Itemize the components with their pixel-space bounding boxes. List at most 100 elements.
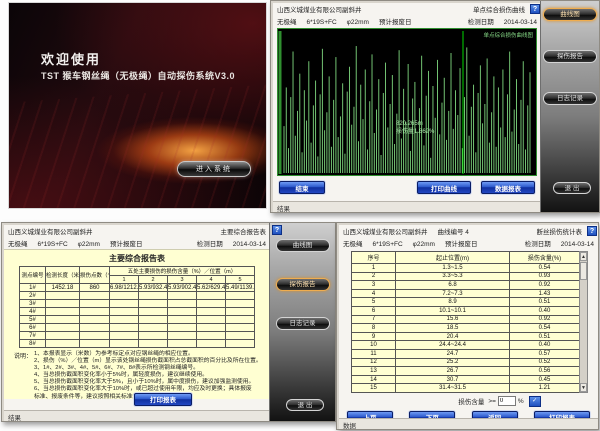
data-cell: 0.54 <box>510 264 580 273</box>
damage-filter: 损伤含量 >= % ✓ <box>339 396 598 407</box>
data-table-row: 1024.4~24.40.40 <box>352 341 580 350</box>
sidebar-item-report[interactable]: 探伤报告 <box>543 50 597 63</box>
table-scrollbar[interactable]: ▲ ▼ <box>579 251 588 393</box>
print-report-button[interactable]: 打印报表 <box>134 393 192 406</box>
data-table-row: 58.90.51 <box>352 298 580 307</box>
data-cell: 0.92 <box>510 281 580 290</box>
data-table-row: 11.3~1.50.54 <box>352 264 580 273</box>
report-sheet: 主要综合报告表 测点编号 检测长度（米） 损伤点数（个） 五处主要损伤的损伤含量… <box>4 249 270 399</box>
sidebar-item-log[interactable]: 日志记录 <box>543 92 597 105</box>
data-cell: 1 <box>352 264 396 273</box>
data-report-button[interactable]: 数据报表 <box>481 181 535 194</box>
sidebar-item-report[interactable]: 探伤报告 <box>276 278 330 291</box>
rope-type: 无极绳 <box>8 238 28 248</box>
filter-value-input[interactable] <box>498 396 516 406</box>
help-icon[interactable]: ? <box>587 226 597 236</box>
report-cell <box>197 308 226 316</box>
report-cell <box>139 324 168 332</box>
report-cell: 6# <box>20 324 46 332</box>
col-sub: 4 <box>197 276 226 284</box>
data-col-header: 序号 <box>352 252 396 264</box>
report-cell <box>197 324 226 332</box>
data-cell: 7.2~7.3 <box>396 289 510 298</box>
damage-curve-chart: 单点综合损伤曲线图 820.265m 损伤量1.862% <box>277 28 537 176</box>
scroll-down-icon[interactable]: ▼ <box>580 383 587 392</box>
scroll-up-icon[interactable]: ▲ <box>580 252 587 261</box>
report-cell <box>197 332 226 340</box>
help-icon[interactable]: ? <box>530 4 540 14</box>
data-cell: 0.40 <box>510 306 580 315</box>
data-table: 序号起止位置(m)损伤含量(%) 11.3~1.50.5423.3~5.30.9… <box>351 251 580 393</box>
data-cell: 2 <box>352 272 396 281</box>
col-sub: 5 <box>226 276 255 284</box>
data-cell: 25.2 <box>396 358 510 367</box>
exit-button[interactable]: 退 出 <box>286 399 324 411</box>
inspect-date-value: 2014-03-14 <box>561 241 594 248</box>
report-cell <box>46 332 80 340</box>
data-cell: 15.6 <box>396 315 510 324</box>
report-cell <box>110 324 139 332</box>
report-cell: 5.62/629.46 <box>197 284 226 292</box>
data-cell: 0.93 <box>510 272 580 281</box>
end-button[interactable]: 结束 <box>279 181 325 194</box>
enter-system-button[interactable]: 进入系统 <box>177 161 251 177</box>
data-cell: 1.3~1.5 <box>396 264 510 273</box>
screenshot-collage: 欢迎使用 TST 猴车钢丝绳（无极绳）自动探伤系统V3.0 进入系统 ? 山西义… <box>0 0 600 431</box>
col-point: 测点编号 <box>20 267 46 284</box>
print-curve-button[interactable]: 打印曲线 <box>417 181 471 194</box>
sidebar-item-curve[interactable]: 曲线图 <box>276 239 330 252</box>
scrollbar-thumb[interactable] <box>580 262 587 280</box>
report-cell: 5.93/932.43 <box>139 284 168 292</box>
col-sub: 3 <box>168 276 197 284</box>
data-col-header: 损伤含量(%) <box>510 252 580 264</box>
exit-button[interactable]: 退 出 <box>553 182 591 194</box>
scrap-date-label: 预计报废日 <box>445 238 478 248</box>
report-cell: 4# <box>20 308 46 316</box>
report-table-row: 1#1452.188606.98/1212.365.93/932.435.93/… <box>20 284 255 292</box>
splash-background-art <box>8 81 267 209</box>
report-cell: 860 <box>80 284 110 292</box>
report-cell <box>110 340 139 348</box>
scrap-date-label: 预计报废日 <box>110 238 143 248</box>
company-name: 山西义城煤业有限公司副斜井 <box>8 226 93 236</box>
report-table: 测点编号 检测长度（米） 损伤点数（个） 五处主要损伤的损伤含量（%）／位置（m… <box>19 266 255 348</box>
data-table-row: 1531.4~31.51.21 <box>352 384 580 393</box>
data-content: ? 山西义城煤业有限公司副斜井 曲线编号 4 断丝损伤统计表 无极绳 6*19S… <box>339 225 598 429</box>
inspect-date-value: 2014-03-14 <box>233 241 266 248</box>
report-cell: 6.98/1212.36 <box>110 284 139 292</box>
report-content: 山西义城煤业有限公司副斜井 主要综合报告表 无极绳 6*19S+FC φ22mm… <box>4 225 270 421</box>
data-cell: 0.56 <box>510 367 580 376</box>
col-length: 检测长度（米） <box>46 267 80 284</box>
report-cell <box>168 292 197 300</box>
data-table-row: 818.50.54 <box>352 324 580 333</box>
report-cell <box>139 340 168 348</box>
sidebar-item-curve[interactable]: 曲线图 <box>543 8 597 21</box>
col-sub: 1 <box>110 276 139 284</box>
data-cell: 11 <box>352 349 396 358</box>
report-cell <box>226 324 255 332</box>
report-cell <box>168 332 197 340</box>
status-text: 数据 <box>343 423 356 430</box>
report-cell <box>197 340 226 348</box>
report-cell <box>168 340 197 348</box>
data-cell: 31.4~31.5 <box>396 384 510 393</box>
report-cell <box>80 316 110 324</box>
report-cell <box>197 300 226 308</box>
report-table-row: 5# <box>20 316 255 324</box>
report-table-row: 7# <box>20 332 255 340</box>
help-icon[interactable]: ? <box>272 225 282 235</box>
filter-apply-button[interactable]: ✓ <box>529 396 541 407</box>
report-table-title: 主要综合报告表 <box>4 250 270 266</box>
data-cell: 6 <box>352 306 396 315</box>
col-sub: 2 <box>139 276 168 284</box>
data-table-row: 715.60.92 <box>352 315 580 324</box>
report-cell: 7# <box>20 332 46 340</box>
data-cell: 0.92 <box>510 315 580 324</box>
sidebar-item-log[interactable]: 日志记录 <box>276 317 330 330</box>
report-cell <box>226 340 255 348</box>
view-title: 断丝损伤统计表 <box>537 226 583 236</box>
report-cell <box>226 332 255 340</box>
report-cell <box>110 332 139 340</box>
report-cell <box>80 332 110 340</box>
data-table-wrap: 序号起止位置(m)损伤含量(%) 11.3~1.50.5423.3~5.30.9… <box>351 251 579 393</box>
